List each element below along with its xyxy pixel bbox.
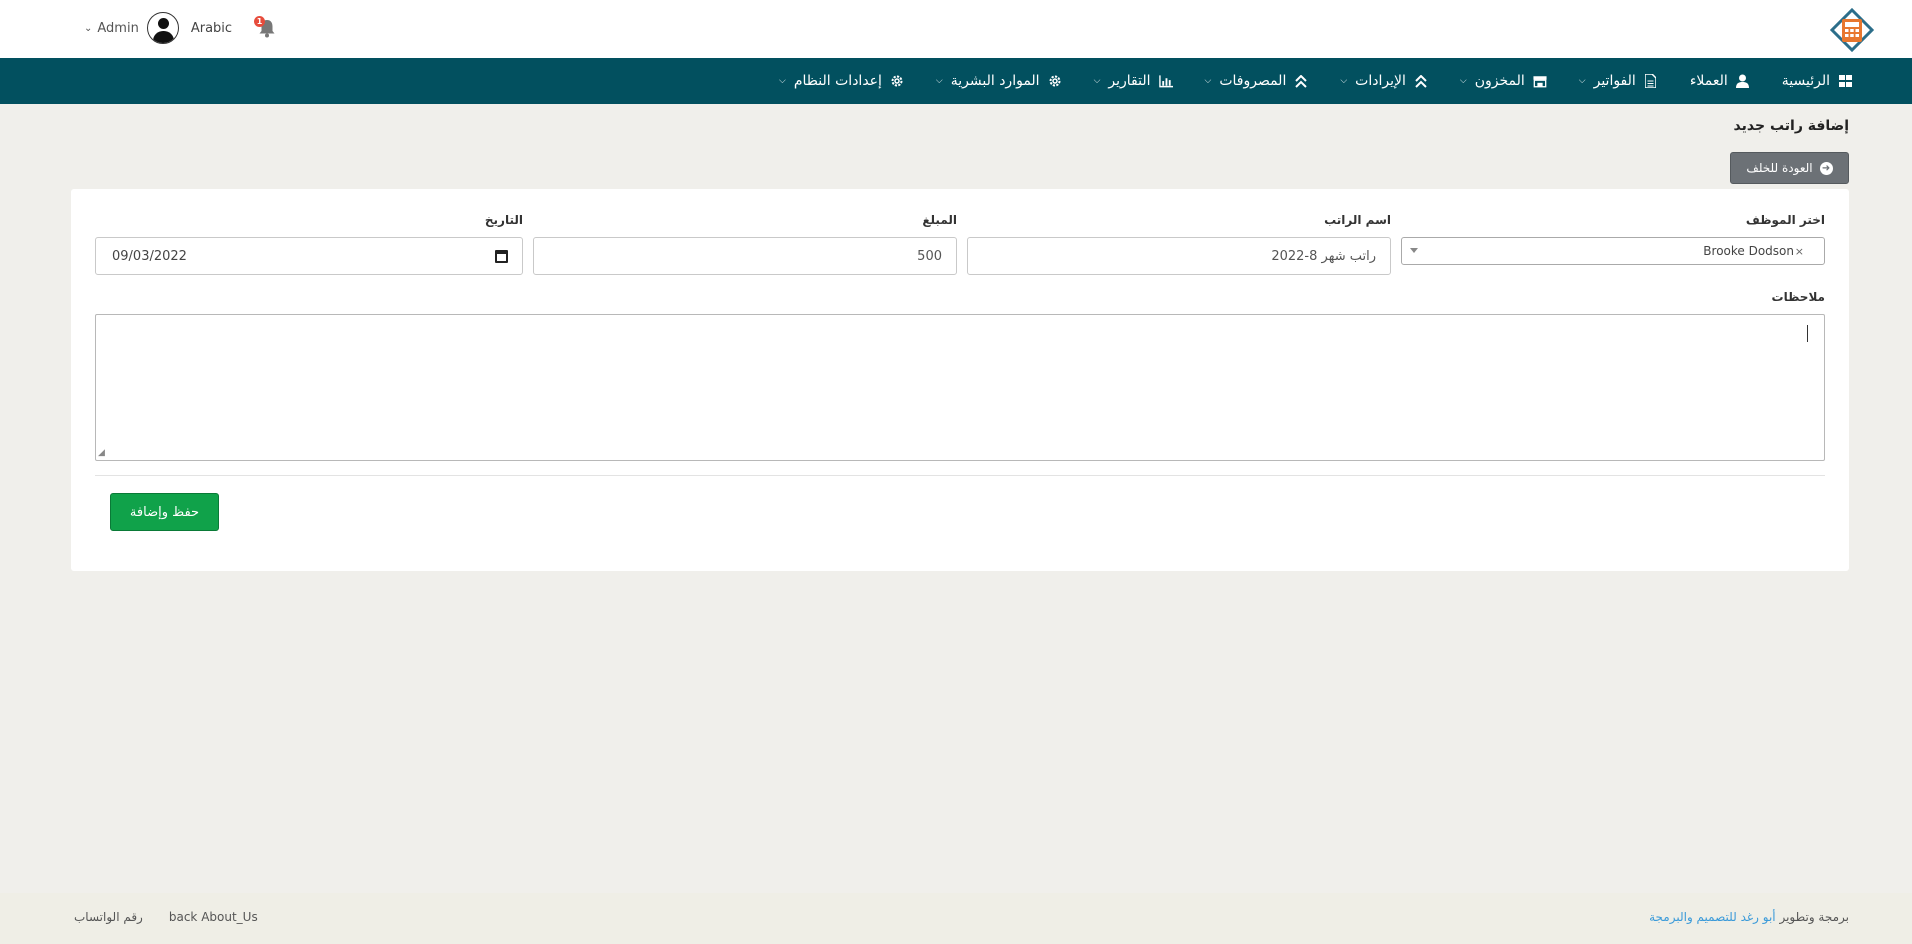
main-nav: الرئيسية العملاء الفواتير ⌵ المخزون ⌵ ال… [0,58,1912,104]
clear-icon[interactable]: × [1795,245,1804,258]
store-icon [1533,74,1547,88]
back-button-label: العودة للخلف [1746,161,1813,175]
nav-label: الفواتير [1593,73,1636,89]
nav-item-system-settings[interactable]: إعدادات النظام ⌵ [779,73,904,89]
double-chevron-up-icon [1414,74,1428,88]
notes-label: ملاحظات [1771,290,1825,304]
user-name[interactable]: Admin [97,21,138,36]
notification-badge: 1 [254,16,266,27]
nav-item-customers[interactable]: العملاء [1690,73,1750,89]
resize-handle-icon[interactable]: ◢ [98,448,105,458]
date-input[interactable]: 09/03/2022 [95,237,523,275]
page-title: إضافة راتب جديد [1733,118,1849,134]
chevron-down-icon: ⌵ [779,76,786,86]
chevron-down-icon[interactable]: ⌄ [84,23,92,34]
employee-label: اختر الموظف [1745,213,1825,227]
chevron-down-icon: ⌵ [1578,76,1586,86]
gear-icon [890,74,904,88]
footer-credit-prefix: برمجة وتطوير [1779,910,1849,924]
chevron-down-icon: ⌵ [1459,76,1467,86]
nav-label: الموارد البشرية [950,73,1040,89]
avatar[interactable] [146,12,179,44]
divider [95,475,1825,476]
nav-label: العملاء [1689,73,1728,89]
dashboard-icon [1838,74,1852,88]
chevron-down-icon: ⌵ [1093,76,1101,86]
nav-label: الرئيسية [1781,73,1830,89]
date-value: 09/03/2022 [112,248,187,264]
amount-value: 500 [917,248,942,264]
amount-input[interactable]: 500 [533,237,957,275]
nav-item-reports[interactable]: التقارير ⌵ [1094,73,1173,89]
nav-item-inventory[interactable]: المخزون ⌵ [1460,73,1547,89]
nav-label: التقارير [1108,73,1151,89]
nav-item-expenses[interactable]: المصروفات ⌵ [1205,73,1309,89]
calendar-icon[interactable] [495,250,508,263]
nav-item-hr[interactable]: الموارد البشرية ⌵ [936,73,1062,89]
nav-label: الإيرادات [1355,73,1406,89]
caret-down-icon[interactable] [1410,248,1418,253]
text-cursor [1807,325,1808,342]
footer-credit: برمجة وتطوير أبو رغد للتصميم والبرمجة [1649,910,1849,924]
footer: رقم الواتساب back About_Us برمجة وتطوير … [0,893,1912,944]
user-area: ⌄ Admin Arabic 1 [84,12,278,44]
file-icon [1644,74,1658,88]
salary-name-input[interactable]: راتب شهر 8-2022 [967,237,1391,275]
gear-icon [1048,74,1062,88]
nav-item-invoices[interactable]: الفواتير ⌵ [1579,73,1658,89]
arrow-right-circle-icon: ➜ [1819,161,1833,175]
nav-label: المخزون [1474,73,1525,89]
chevron-down-icon: ⌵ [1204,76,1212,86]
chevron-down-icon: ⌵ [1340,76,1348,86]
employee-select-value: Brooke Dodson [1703,244,1794,258]
employee-select[interactable]: × Brooke Dodson [1401,237,1825,265]
back-button[interactable]: ➜ العودة للخلف [1730,152,1849,184]
notes-textarea[interactable]: ◢ [95,314,1825,461]
app-logo[interactable] [1829,7,1875,53]
language-switcher[interactable]: Arabic [191,21,232,36]
amount-label: المبلغ [922,213,957,227]
save-and-add-button[interactable]: حفظ وإضافة [110,493,219,531]
nav-item-home[interactable]: الرئيسية [1782,73,1852,89]
date-label: التاريخ [484,213,523,227]
footer-whatsapp-link[interactable]: رقم الواتساب [74,910,143,924]
salary-form-card: اختر الموظف × Brooke Dodson اسم الراتب ر… [71,189,1849,571]
nav-item-revenues[interactable]: الإيرادات ⌵ [1340,73,1428,89]
nav-label: المصروفات [1219,73,1287,89]
nav-label: إعدادات النظام [793,73,882,89]
double-chevron-up-icon [1294,74,1308,88]
salary-name-label: اسم الراتب [1324,213,1391,227]
top-bar: ⌄ Admin Arabic 1 [0,0,1912,58]
chart-icon [1158,74,1173,88]
salary-name-value: راتب شهر 8-2022 [1271,248,1376,264]
notifications-button[interactable]: 1 [254,16,278,40]
chevron-down-icon: ⌵ [935,76,943,86]
footer-credit-link[interactable]: أبو رغد للتصميم والبرمجة [1649,910,1776,924]
user-icon [1736,74,1750,88]
footer-links: رقم الواتساب back About_Us [74,910,284,924]
footer-about-link[interactable]: back About_Us [169,910,258,924]
